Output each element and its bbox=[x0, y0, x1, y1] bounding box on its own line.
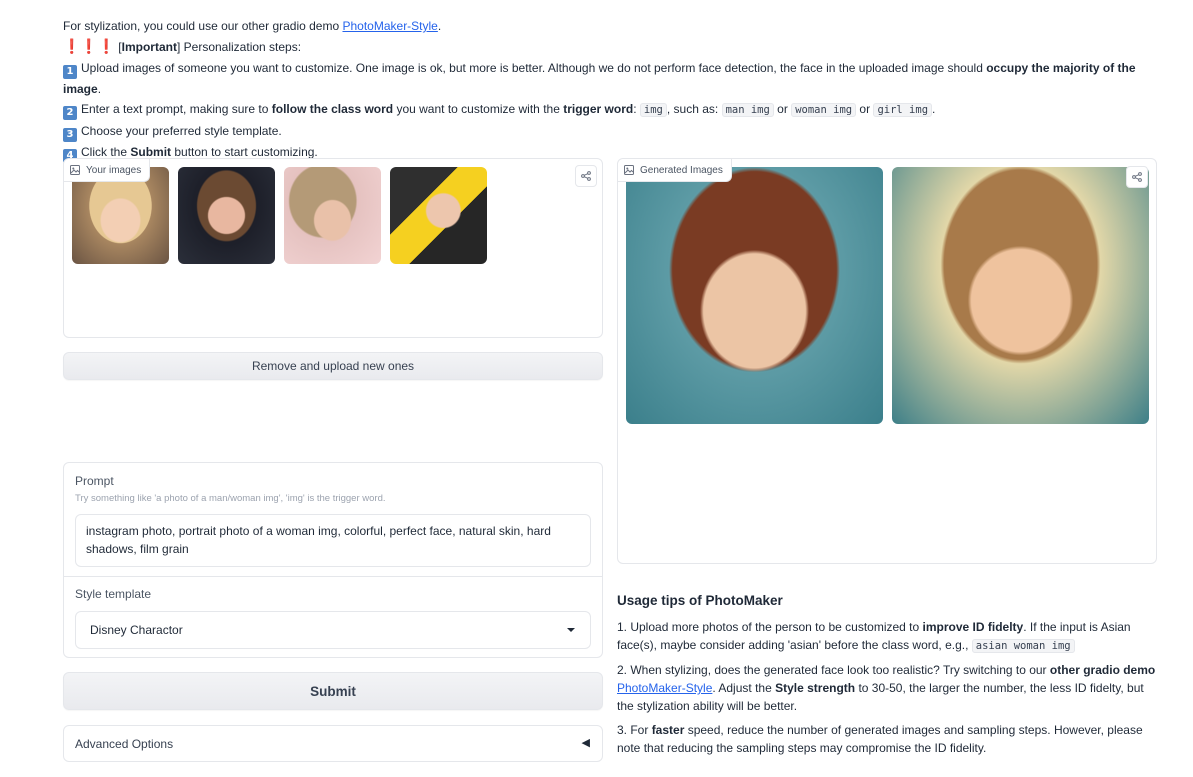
submit-button[interactable]: Submit bbox=[63, 672, 603, 710]
keycap-3-icon: 3 bbox=[63, 127, 77, 142]
caret-down-icon bbox=[567, 628, 575, 632]
prompt-info: Try something like 'a photo of a man/wom… bbox=[75, 493, 386, 504]
code-asian-woman-img: asian woman img bbox=[971, 639, 1075, 653]
share-icon bbox=[1132, 172, 1142, 182]
collapse-arrow-icon: ◀ bbox=[581, 737, 590, 749]
uploaded-image-2[interactable] bbox=[178, 167, 275, 264]
style-template-value: Disney Charactor bbox=[90, 623, 183, 637]
prompt-style-panel: Prompt Try something like 'a photo of a … bbox=[63, 462, 603, 658]
image-icon bbox=[624, 165, 634, 175]
share-button[interactable] bbox=[1126, 166, 1148, 188]
share-button[interactable] bbox=[575, 165, 597, 187]
exclamation-icon: ❗❗❗ bbox=[63, 38, 116, 55]
code-man-img: man img bbox=[721, 103, 774, 118]
intro-line-important: ❗❗❗ [Important] Personalization steps: bbox=[63, 38, 302, 55]
code-woman-img: woman img bbox=[791, 103, 857, 118]
photomaker-style-link-tips[interactable]: PhotoMaker-Style bbox=[617, 681, 712, 695]
prompt-label: Prompt bbox=[75, 474, 114, 488]
style-template-label: Style template bbox=[75, 587, 152, 601]
remove-upload-button[interactable]: Remove and upload new ones bbox=[63, 352, 603, 380]
image-icon bbox=[70, 165, 80, 175]
generated-image-2[interactable] bbox=[892, 167, 1149, 424]
uploaded-image-4[interactable] bbox=[390, 167, 487, 264]
your-images-label: Your images bbox=[64, 159, 151, 182]
style-template-dropdown[interactable]: Disney Charactor bbox=[75, 611, 591, 649]
tip-1: 1. Upload more photos of the person to b… bbox=[617, 620, 1131, 653]
advanced-options-accordion[interactable]: Advanced Options ◀ bbox=[63, 725, 603, 762]
prompt-input[interactable]: instagram photo, portrait photo of a wom… bbox=[75, 514, 591, 567]
step-2: 2 Enter a text prompt, making sure to fol… bbox=[63, 99, 1173, 121]
code-img: img bbox=[639, 103, 667, 118]
tip-2: 2. When stylizing, does the generated fa… bbox=[617, 663, 1156, 713]
uploaded-image-3[interactable] bbox=[284, 167, 381, 264]
share-icon bbox=[581, 171, 591, 181]
photomaker-style-link[interactable]: PhotoMaker-Style bbox=[342, 19, 437, 33]
advanced-options-label: Advanced Options bbox=[75, 737, 174, 751]
generated-image-1[interactable] bbox=[626, 167, 883, 424]
usage-tips-title: Usage tips of PhotoMaker bbox=[617, 593, 783, 608]
your-images-gallery: Your images bbox=[63, 158, 603, 338]
code-girl-img: girl img bbox=[873, 103, 933, 118]
intro-line-stylization: For stylization, you could use our other… bbox=[63, 19, 442, 33]
tip-3: 3. For faster speed, reduce the number o… bbox=[617, 723, 1143, 755]
generated-images-gallery: Generated Images bbox=[617, 158, 1157, 564]
usage-tips: Usage tips of PhotoMaker 1. Upload more … bbox=[617, 592, 1157, 763]
step-3: 3 Choose your preferred style template. bbox=[63, 121, 1173, 142]
keycap-2-icon: 2 bbox=[63, 106, 77, 121]
intro-instructions: For stylization, you could use our other… bbox=[63, 16, 1173, 163]
panel-divider bbox=[64, 576, 602, 577]
keycap-1-icon: 1 bbox=[63, 64, 77, 79]
step-1: 1 Upload images of someone you want to cu… bbox=[63, 60, 1136, 96]
generated-images-label: Generated Images bbox=[618, 159, 732, 182]
